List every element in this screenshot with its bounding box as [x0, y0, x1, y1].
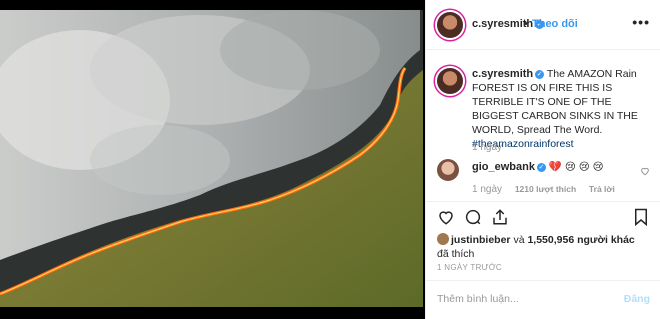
comment-emojis: 💔 😢 😢 😢 [548, 161, 604, 173]
post-panel: c.syresmith ✓ • Theo dõi ••• c.syresmith ✓… [425, 0, 660, 319]
likes-connector: và [513, 234, 525, 246]
comment-icon[interactable] [464, 208, 482, 226]
divider [426, 201, 660, 202]
others-label[interactable]: người khác [577, 234, 635, 246]
follow-button[interactable]: Theo dõi [532, 18, 578, 30]
amazon-fire-image [0, 10, 423, 307]
like-icon[interactable] [437, 208, 455, 226]
caption-username[interactable]: c.syresmith [472, 68, 533, 80]
reply-button[interactable]: Trả lời [589, 184, 615, 194]
comment: gio_ewbank ✓ 💔 😢 😢 😢 [472, 160, 604, 173]
comment-meta: 1 ngày 1210 lượt thích Trả lời [472, 184, 615, 195]
verified-icon: ✓ [535, 70, 545, 79]
post-timestamp[interactable]: 1 NGÀY TRƯỚC [437, 263, 502, 272]
caption-avatar[interactable] [437, 68, 463, 94]
caption: c.syresmith ✓ The AMAZON Rain FOREST IS O… [472, 67, 650, 151]
liker-avatar [437, 233, 449, 245]
comment-like-icon[interactable] [640, 166, 650, 176]
post-photo[interactable] [0, 10, 423, 307]
first-liker[interactable]: justinbieber [451, 234, 511, 246]
post-header: c.syresmith ✓ • Theo dõi ••• [426, 0, 660, 50]
bookmark-icon[interactable] [633, 208, 649, 226]
avatar[interactable] [437, 12, 463, 38]
separator-dot: • [524, 18, 528, 30]
verified-icon: ✓ [536, 163, 546, 172]
post-comment-button[interactable]: Đăng [624, 293, 650, 305]
comment-age: 1 ngày [472, 184, 503, 195]
comment-input[interactable]: Thêm bình luận... [437, 293, 519, 305]
comment-likes[interactable]: 1210 lượt thích [515, 184, 576, 194]
caption-age: 1 ngày [472, 142, 503, 153]
more-options-icon[interactable]: ••• [632, 14, 650, 30]
comment-avatar[interactable] [437, 159, 459, 181]
likes-suffix: đã thích [437, 248, 475, 260]
likes-summary: justinbieber và 1,550,956 người khác đã … [437, 233, 652, 261]
others-count[interactable]: 1,550,956 [527, 234, 574, 246]
divider [426, 280, 660, 281]
comment-username[interactable]: gio_ewbank [472, 161, 535, 173]
share-icon[interactable] [491, 208, 509, 226]
